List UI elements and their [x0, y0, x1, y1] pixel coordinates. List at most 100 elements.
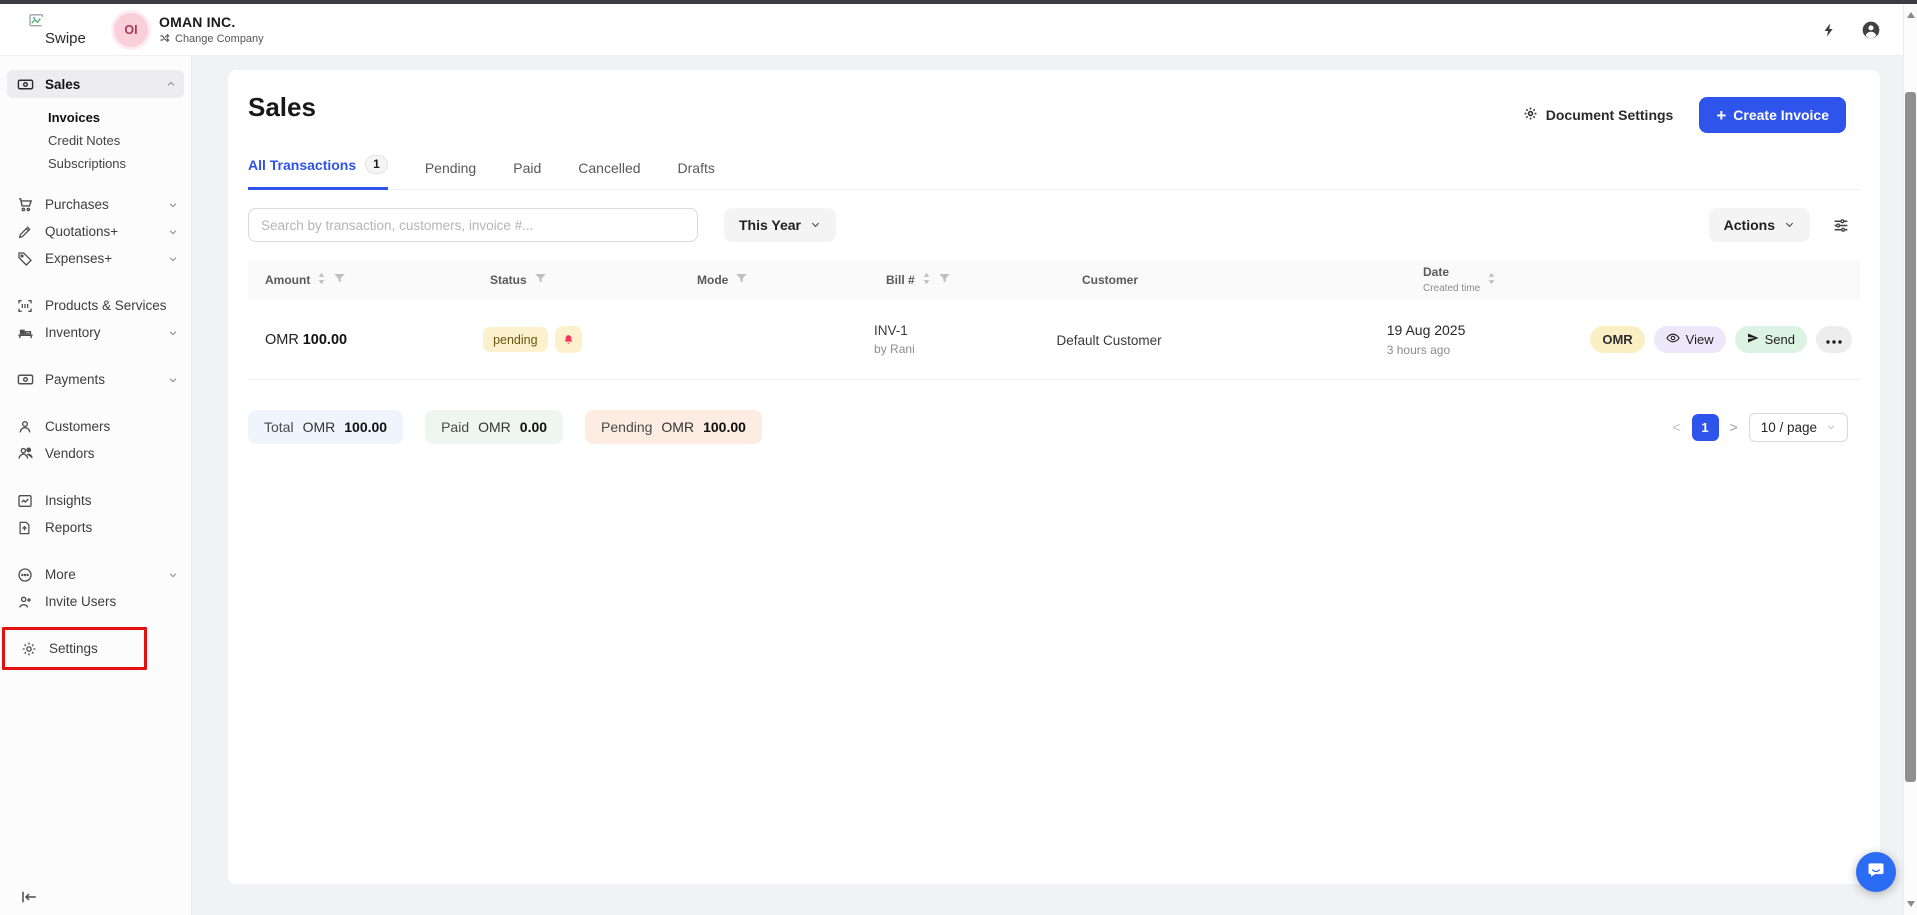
topbar: Swipe OI OMAN INC. Change Company: [0, 4, 1917, 56]
next-page-button[interactable]: >: [1730, 420, 1738, 434]
app-screen: Swipe OI OMAN INC. Change Company Sales …: [0, 0, 1917, 915]
sidebar-label: Sales: [45, 76, 81, 92]
tab-drafts[interactable]: Drafts: [678, 160, 715, 189]
header-bill: Bill #: [869, 272, 1065, 288]
row-more-button[interactable]: [1816, 326, 1852, 353]
pencil-icon: [17, 224, 34, 240]
sidebar-item-purchases[interactable]: Purchases: [0, 191, 191, 218]
chevron-down-icon: [168, 227, 178, 237]
shelf-icon: [17, 324, 34, 341]
tab-paid[interactable]: Paid: [513, 160, 541, 189]
ellipsis-icon: [1826, 332, 1842, 347]
date-filter-button[interactable]: This Year: [724, 208, 837, 242]
chevron-down-icon: [168, 570, 178, 580]
status-badge: pending: [483, 327, 548, 352]
cell-customer: Default Customer: [1056, 332, 1162, 348]
sidebar-item-expenses[interactable]: Expenses+: [0, 245, 191, 272]
broken-image-icon: [29, 13, 46, 34]
sidebar-item-reports[interactable]: Reports: [0, 514, 191, 541]
sort-icon[interactable]: [1487, 272, 1496, 288]
header-mode: Mode: [680, 272, 869, 288]
user-icon: [17, 419, 34, 435]
page-size-select[interactable]: 10 / page: [1748, 412, 1848, 442]
sidebar-item-inventory[interactable]: Inventory: [0, 319, 191, 346]
scrollbar-thumb[interactable]: [1905, 92, 1916, 782]
cell-amount: OMR 100.00: [265, 332, 348, 348]
filter-funnel-icon[interactable]: [735, 272, 748, 288]
header-amount: Amount: [248, 272, 473, 288]
document-settings-button[interactable]: Document Settings: [1523, 106, 1673, 124]
sidebar-item-customers[interactable]: Customers: [0, 413, 191, 440]
sidebar-item-quotations[interactable]: Quotations+: [0, 218, 191, 245]
chevron-down-icon: [168, 200, 178, 210]
reminder-bell-icon[interactable]: [554, 326, 582, 353]
tab-all-transactions[interactable]: All Transactions 1: [248, 155, 388, 190]
tab-cancelled[interactable]: Cancelled: [578, 160, 640, 189]
sort-icon[interactable]: [922, 272, 931, 288]
send-button[interactable]: Send: [1734, 326, 1807, 353]
more-circle-icon: [17, 567, 34, 583]
sidebar-item-sales[interactable]: Sales: [7, 70, 184, 98]
sort-icon[interactable]: [317, 272, 326, 288]
cash-icon: [17, 76, 34, 93]
page-number[interactable]: 1: [1691, 413, 1719, 441]
gear-icon: [1523, 106, 1538, 124]
tab-pending[interactable]: Pending: [425, 160, 476, 189]
chevron-down-icon: [810, 217, 821, 233]
search-input[interactable]: [248, 208, 698, 242]
total-summary-chip: Total OMR 100.00: [248, 410, 404, 444]
header-status: Status: [473, 272, 680, 288]
chat-launcher-button[interactable]: [1856, 852, 1896, 892]
invite-user-icon: [17, 594, 34, 610]
change-company-button[interactable]: Change Company: [159, 33, 264, 46]
chevron-up-icon: [166, 79, 176, 89]
sidebar-item-more[interactable]: More: [0, 561, 191, 588]
table-row[interactable]: OMR 100.00 pending INV-1 by Rani Default…: [248, 300, 1860, 380]
scroll-down-arrow[interactable]: [1907, 901, 1915, 907]
company-avatar[interactable]: OI: [114, 12, 148, 47]
cell-date: 19 Aug 2025 3 hours ago: [1386, 322, 1466, 357]
chevron-down-icon: [1784, 217, 1795, 233]
sidebar-item-subscriptions[interactable]: Subscriptions: [0, 152, 191, 175]
sidebar-item-invoices[interactable]: Invoices: [0, 106, 191, 129]
sidebar-item-products-services[interactable]: Products & Services: [0, 292, 191, 319]
card-header: Sales Document Settings + Create Invoice: [248, 70, 1860, 133]
users-icon: [17, 445, 34, 462]
collapse-sidebar-icon[interactable]: [20, 890, 38, 904]
sidebar-item-invite-users[interactable]: Invite Users: [0, 588, 191, 615]
sidebar-item-credit-notes[interactable]: Credit Notes: [0, 129, 191, 152]
filter-funnel-icon[interactable]: [534, 272, 547, 288]
account-icon[interactable]: [1861, 20, 1881, 40]
cell-bill: INV-1 by Rani: [874, 323, 915, 356]
window-top-strip: [0, 0, 1917, 4]
view-button[interactable]: View: [1653, 326, 1726, 353]
settings-highlight-box: Settings: [2, 627, 147, 670]
sidebar-item-insights[interactable]: Insights: [0, 487, 191, 514]
main-area: Sales Document Settings + Create Invoice…: [192, 56, 1917, 915]
filter-funnel-icon[interactable]: [938, 272, 951, 288]
gear-icon: [21, 641, 38, 657]
pagination: < 1 > 10 / page: [1672, 412, 1848, 442]
chevron-down-icon: [168, 254, 178, 264]
header-date: Date Created time: [1406, 265, 1616, 296]
toolbar: This Year Actions: [248, 208, 1860, 242]
scroll-up-arrow[interactable]: [1907, 12, 1915, 18]
actions-button[interactable]: Actions: [1708, 208, 1810, 242]
app-logo[interactable]: Swipe: [12, 8, 98, 52]
filter-funnel-icon[interactable]: [333, 272, 346, 288]
company-switcher[interactable]: OI OMAN INC. Change Company: [114, 12, 264, 47]
sidebar-item-payments[interactable]: Payments: [0, 366, 191, 393]
column-settings-icon[interactable]: [1832, 217, 1850, 234]
chevron-down-icon: [1826, 420, 1836, 435]
tab-count-badge: 1: [365, 155, 388, 174]
prev-page-button[interactable]: <: [1672, 420, 1680, 434]
chat-icon: [1866, 860, 1886, 885]
lightning-icon[interactable]: [1821, 21, 1837, 39]
report-file-icon: [17, 520, 34, 536]
tag-icon: [17, 251, 34, 267]
sidebar-item-vendors[interactable]: Vendors: [0, 440, 191, 467]
logo-alt-text: Swipe: [45, 29, 86, 47]
create-invoice-button[interactable]: + Create Invoice: [1699, 97, 1846, 133]
sales-card: Sales Document Settings + Create Invoice…: [228, 70, 1880, 884]
sidebar-item-settings[interactable]: Settings: [5, 635, 144, 662]
